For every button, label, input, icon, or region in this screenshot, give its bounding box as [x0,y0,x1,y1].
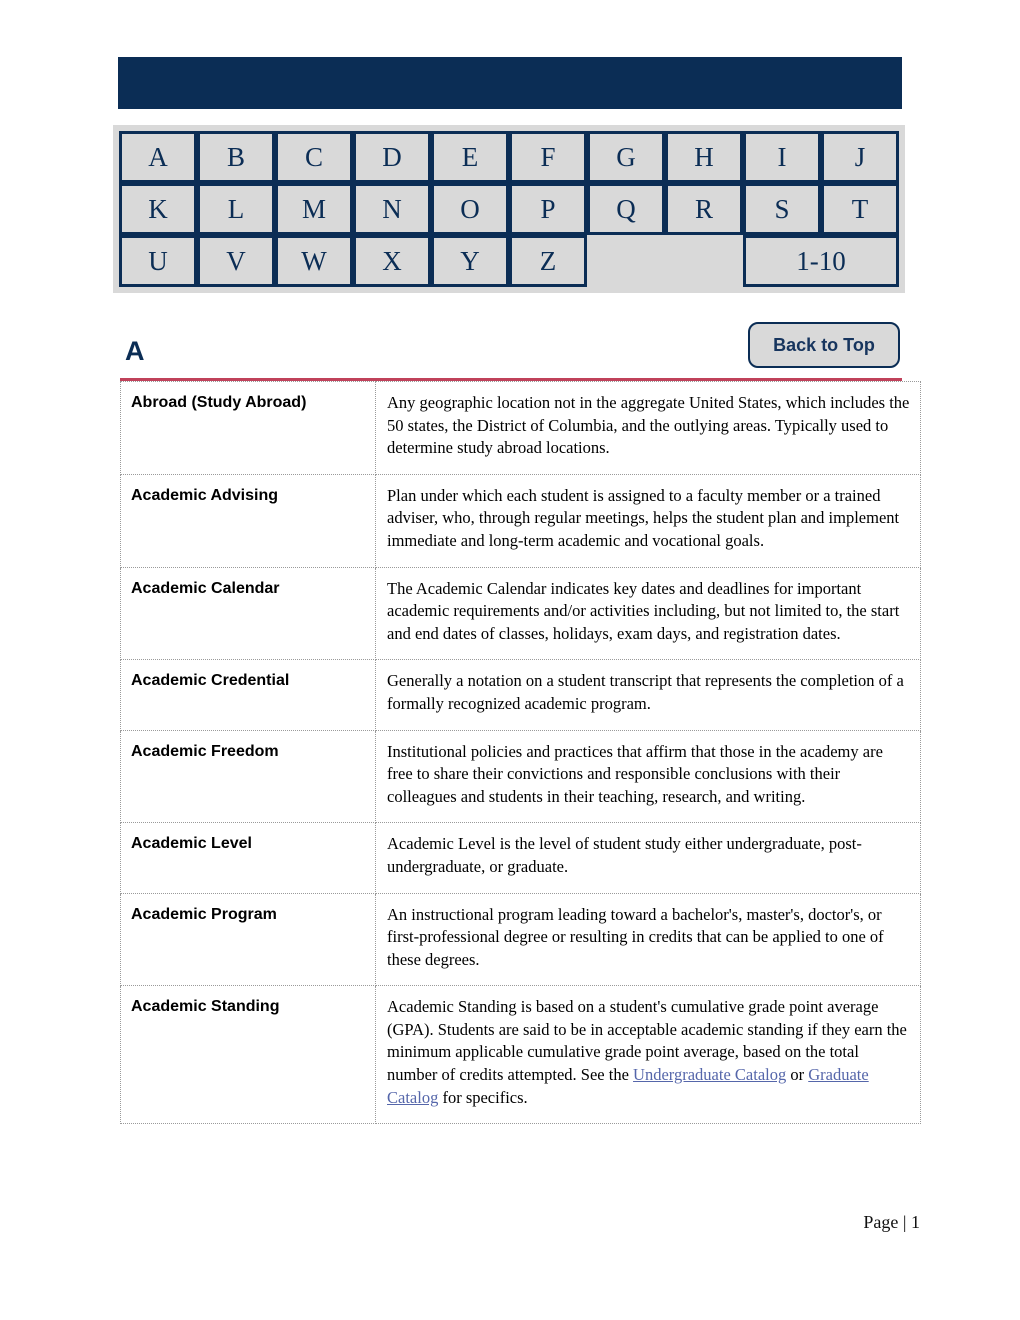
glossary-definition: The Academic Calendar indicates key date… [375,566,921,661]
alphabet-nav-link-g[interactable]: G [587,131,665,183]
alphabet-nav-link-o[interactable]: O [431,183,509,235]
back-to-top-button[interactable]: Back to Top [748,322,900,368]
alphabet-nav-link-s[interactable]: S [743,183,821,235]
glossary-row: Academic Level Academic Level is the leve… [120,822,921,894]
glossary-definition: Institutional policies and practices tha… [375,729,921,824]
navy-header-banner [118,57,902,109]
alphabet-nav-link-h[interactable]: H [665,131,743,183]
alphabet-nav-link-b[interactable]: B [197,131,275,183]
page-number-label: Page | 1 [863,1212,920,1232]
alphabet-nav-link-j[interactable]: J [821,131,899,183]
alphabet-nav-link-z[interactable]: Z [509,235,587,287]
glossary-term: Academic Standing [120,985,376,1125]
glossary-row: Academic Advising Plan under which each s… [120,473,921,568]
alphabet-nav-link-c[interactable]: C [275,131,353,183]
alphabet-nav-row: ABCDEFGHIJ [119,131,899,183]
glossary-row: Academic Standing Academic Standing is ba… [120,985,921,1125]
glossary-row: Academic Calendar The Academic Calendar i… [120,566,921,661]
glossary-row: Academic Credential Generally a notation … [120,659,921,731]
alphabet-nav-link-f[interactable]: F [509,131,587,183]
catalog-link[interactable]: Undergraduate Catalog [633,1065,786,1084]
alphabet-nav-link-w[interactable]: W [275,235,353,287]
alphabet-nav-link-l[interactable]: L [197,183,275,235]
glossary-row: Academic Freedom Institutional policies a… [120,729,921,824]
alphabet-nav-link-y[interactable]: Y [431,235,509,287]
alphabet-nav-link-e[interactable]: E [431,131,509,183]
glossary-definition: Plan under which each student is assigne… [375,473,921,568]
glossary-term: Abroad (Study Abroad) [120,381,376,475]
page-footer: Page | 1 [0,1212,920,1233]
alphabet-nav-link-d[interactable]: D [353,131,431,183]
alphabet-nav-link-m[interactable]: M [275,183,353,235]
alphabet-nav-link-k[interactable]: K [119,183,197,235]
glossary-term: Academic Advising [120,473,376,568]
alphabet-nav-link-a[interactable]: A [119,131,197,183]
alphabet-nav-link-r[interactable]: R [665,183,743,235]
glossary-row: Abroad (Study Abroad) Any geographic loca… [120,381,921,475]
alphabet-nav-table: A B C D E F G H I J K L M N O P Q R S T U V W X Y Z 1-10 [119,131,899,287]
glossary-table: Abroad (Study Abroad) Any geographic loca… [120,381,921,1125]
section-header: A Back to Top [120,322,920,378]
alphabet-nav-row: U V W X Y Z 1-10 [119,235,899,287]
alphabet-nav-link-v[interactable]: V [197,235,275,287]
catalog-link[interactable]: Graduate Catalog [387,1065,869,1107]
alphabet-nav-row: KLMNOPQRST [119,183,899,235]
alphabet-nav-link-n[interactable]: N [353,183,431,235]
alphabet-nav-link-numbers[interactable]: 1-10 [743,235,899,287]
alphabet-nav-link-q[interactable]: Q [587,183,665,235]
glossary-row: Academic Program An instructional program… [120,892,921,987]
glossary-definition: Academic Level is the level of student s… [375,822,921,894]
alphabet-nav-cell-empty [587,235,743,287]
glossary-definition: Any geographic location not in the aggre… [375,381,921,475]
glossary-term: Academic Calendar [120,566,376,661]
glossary-definition: Generally a notation on a student transc… [375,659,921,731]
alphabet-nav-link-p[interactable]: P [509,183,587,235]
glossary-term: Academic Program [120,892,376,987]
glossary-term: Academic Level [120,822,376,894]
glossary-term: Academic Credential [120,659,376,731]
alphabet-nav-link-t[interactable]: T [821,183,899,235]
alphabet-nav-link-i[interactable]: I [743,131,821,183]
alphabet-nav-container: A B C D E F G H I J K L M N O P Q R S T U V W X Y Z 1-10 [113,125,905,293]
alphabet-nav-link-x[interactable]: X [353,235,431,287]
glossary-definition: An instructional program leading toward … [375,892,921,987]
glossary-term: Academic Freedom [120,729,376,824]
alphabet-nav-link-u[interactable]: U [119,235,197,287]
section-letter-heading: A [125,336,145,366]
glossary-definition: Academic Standing is based on a student'… [375,985,921,1125]
